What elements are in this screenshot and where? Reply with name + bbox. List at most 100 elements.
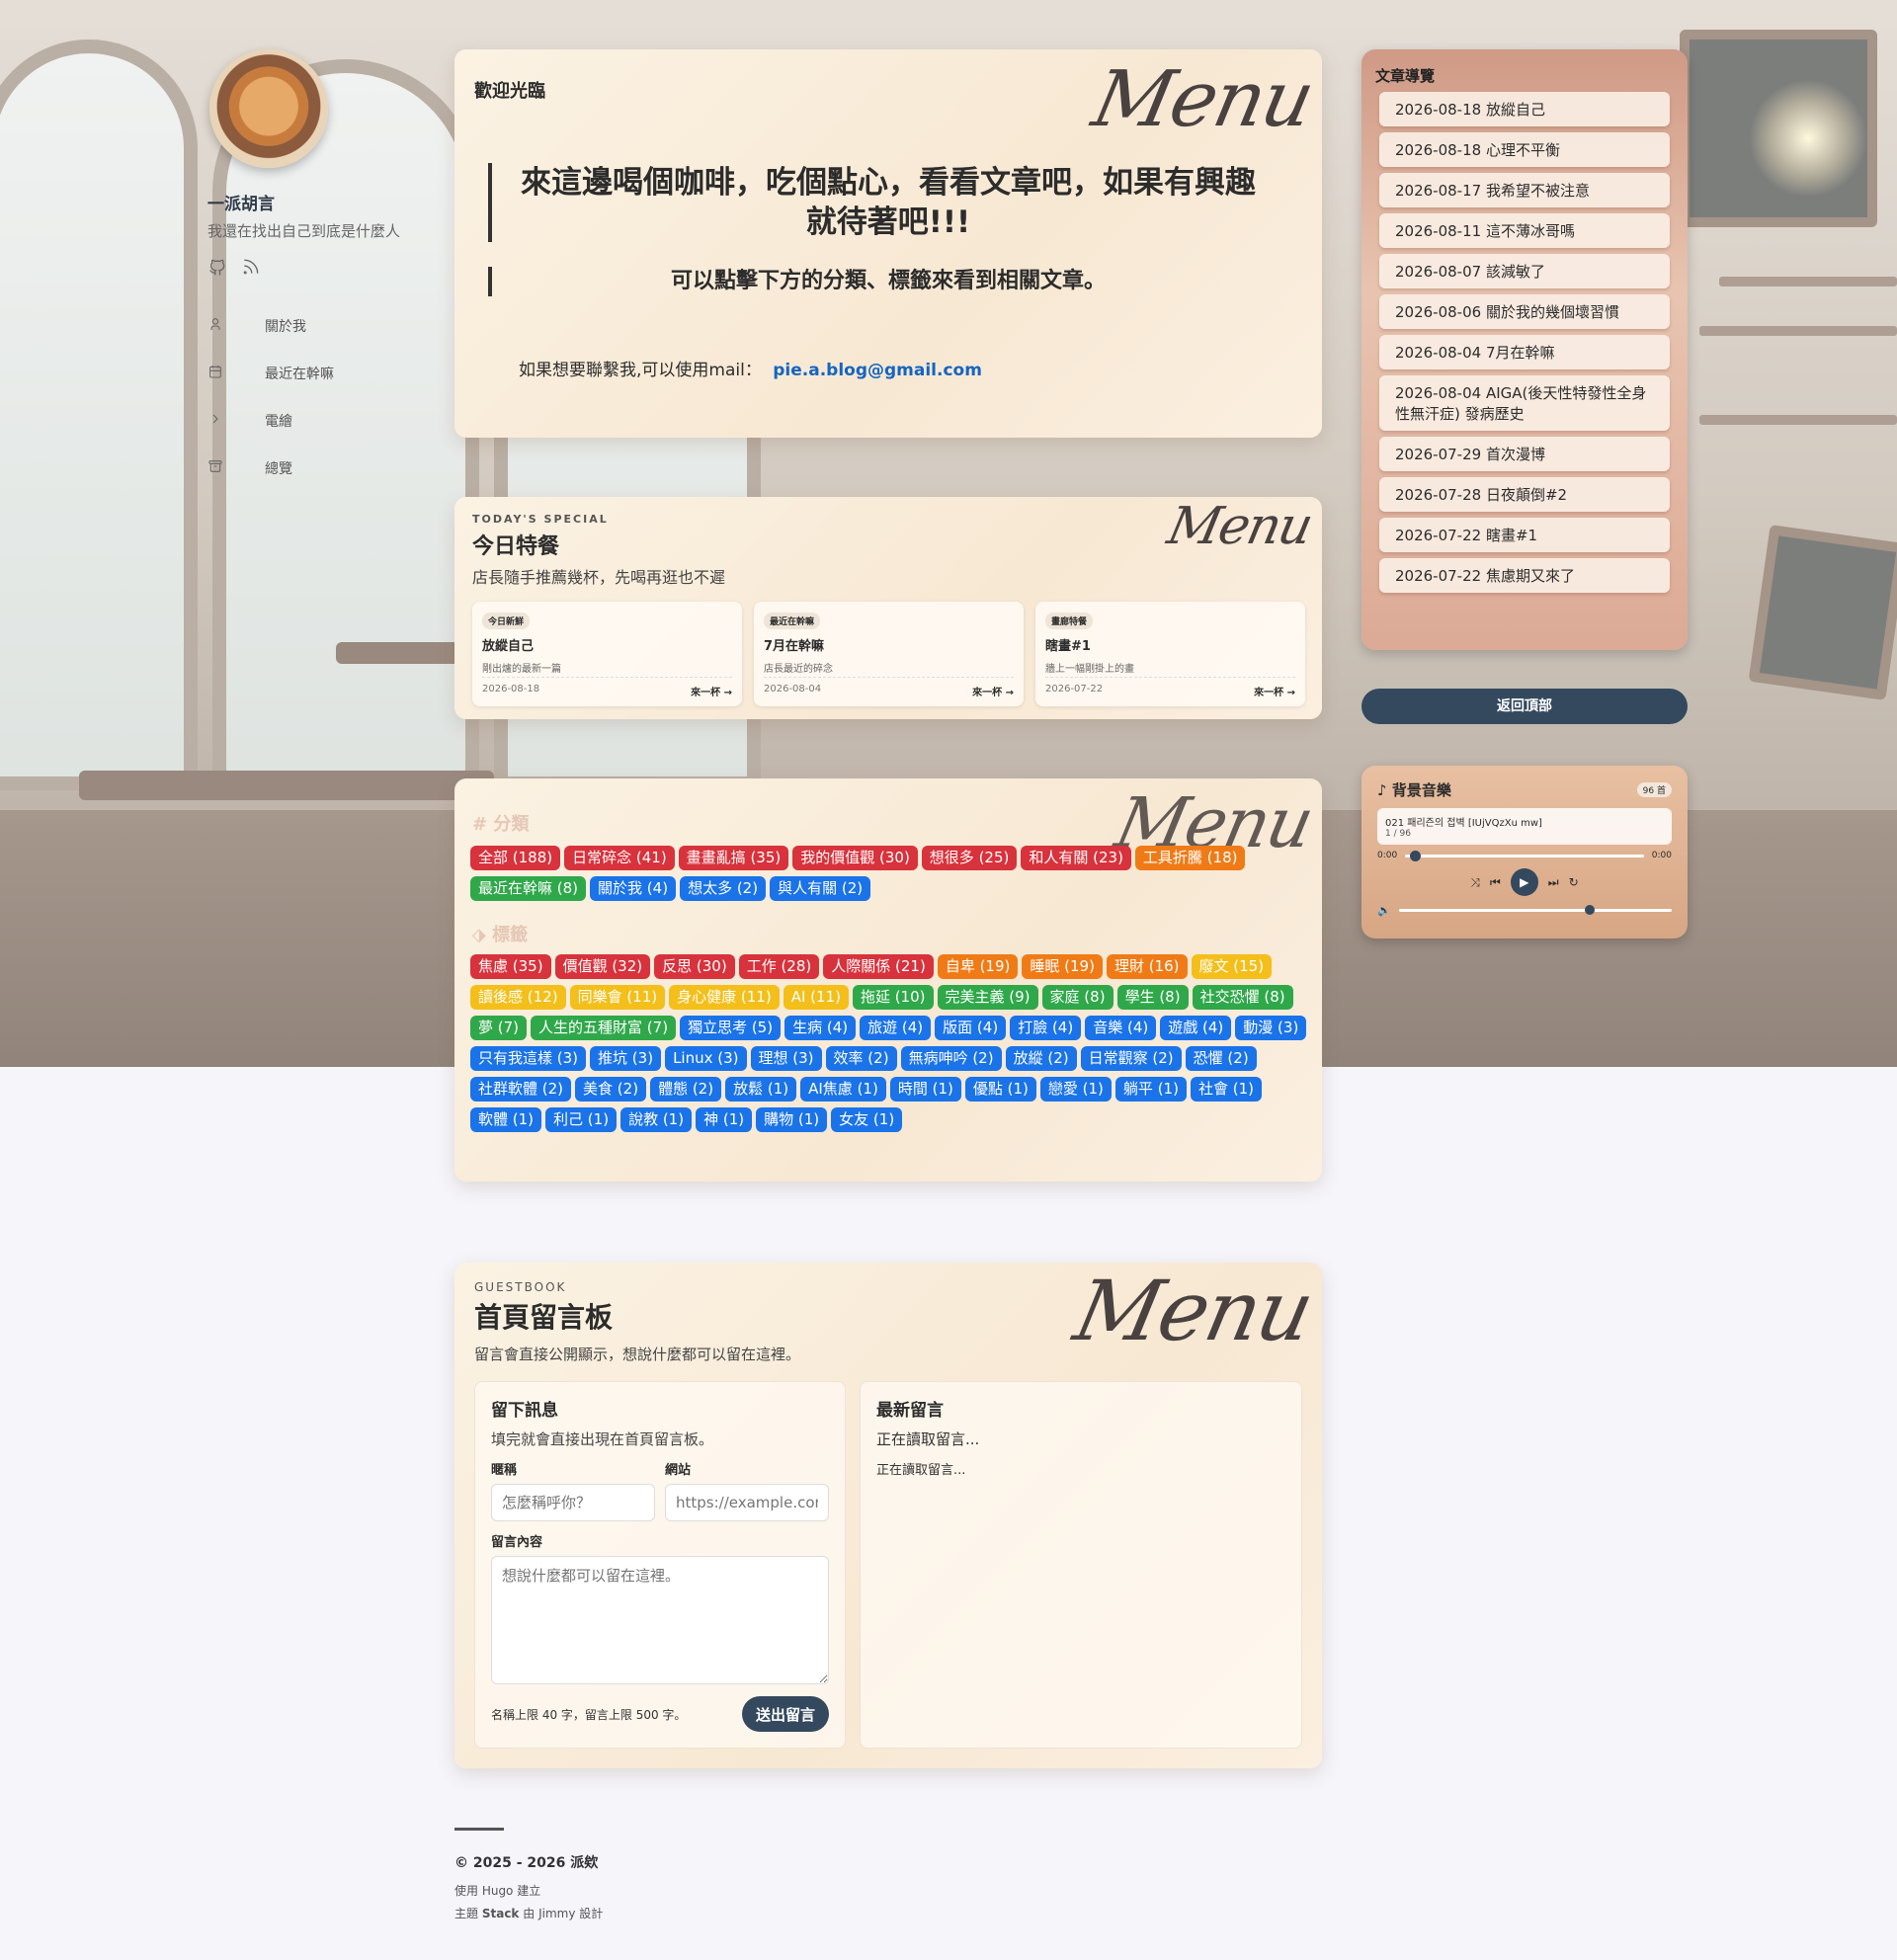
- category-tag[interactable]: 關於我 (4): [590, 876, 677, 901]
- tag-chip[interactable]: 利己 (1): [545, 1107, 618, 1132]
- volume-icon[interactable]: 🔈: [1377, 904, 1391, 917]
- tag-chip[interactable]: 美食 (2): [575, 1077, 647, 1102]
- tag-chip[interactable]: 音樂 (4): [1085, 1016, 1157, 1040]
- tag-chip[interactable]: AI (11): [783, 985, 849, 1010]
- tag-chip[interactable]: 動漫 (3): [1235, 1016, 1307, 1040]
- tag-chip[interactable]: 神 (1): [696, 1107, 753, 1132]
- name-input[interactable]: [491, 1484, 655, 1521]
- tag-chip[interactable]: 版面 (4): [935, 1016, 1007, 1040]
- tag-chip[interactable]: 同樂會 (11): [569, 985, 666, 1010]
- tag-chip[interactable]: 人生的五種財富 (7): [531, 1016, 677, 1040]
- toc-item[interactable]: 2026-08-06 關於我的幾個壞習慣: [1379, 294, 1670, 329]
- tag-chip[interactable]: 躺平 (1): [1114, 1077, 1187, 1102]
- sidebar-item-drawing[interactable]: 電繪: [207, 397, 454, 445]
- toc-item[interactable]: 2026-07-22 焦慮期又來了: [1379, 558, 1670, 593]
- toc-item[interactable]: 2026-07-29 首次漫博: [1379, 437, 1670, 471]
- tag-chip[interactable]: 社會 (1): [1190, 1077, 1262, 1102]
- tag-chip[interactable]: 理財 (16): [1106, 954, 1188, 979]
- next-icon[interactable]: ⏭: [1548, 875, 1559, 890]
- category-tag[interactable]: 畫畫亂搞 (35): [678, 846, 789, 870]
- tag-chip[interactable]: 廢文 (15): [1191, 954, 1273, 979]
- tag-chip[interactable]: 推坑 (3): [590, 1046, 662, 1071]
- repeat-icon[interactable]: ↻: [1569, 875, 1579, 889]
- special-item[interactable]: 最近在幹嘛 7月在幹嘛 店長最近的碎念 2026-08-04 來一杯 →: [754, 602, 1024, 706]
- progress-handle[interactable]: [1410, 850, 1422, 861]
- site-name[interactable]: 一派胡言: [207, 190, 454, 214]
- category-tag[interactable]: 想很多 (25): [921, 846, 1018, 870]
- toc-item[interactable]: 2026-08-07 該減敏了: [1379, 254, 1670, 288]
- category-tag[interactable]: 工具折騰 (18): [1134, 846, 1246, 870]
- toc-item[interactable]: 2026-08-04 AIGA(後天性特發性全身性無汗症) 發病歷史: [1379, 375, 1670, 431]
- tag-chip[interactable]: 女友 (1): [831, 1107, 903, 1132]
- toc-item[interactable]: 2026-08-11 這不薄冰哥嗎: [1379, 213, 1670, 248]
- website-input[interactable]: [665, 1484, 829, 1521]
- tag-chip[interactable]: 焦慮 (35): [470, 954, 551, 979]
- tag-chip[interactable]: 遊戲 (4): [1160, 1016, 1232, 1040]
- tag-chip[interactable]: 社交恐懼 (8): [1192, 985, 1293, 1010]
- play-button[interactable]: ▶: [1510, 868, 1538, 896]
- message-textarea[interactable]: [491, 1556, 829, 1684]
- tag-chip[interactable]: 日常觀察 (2): [1080, 1046, 1182, 1071]
- contact-email-link[interactable]: pie.a.blog@gmail.com: [773, 361, 982, 380]
- tag-chip[interactable]: 夢 (7): [470, 1016, 528, 1040]
- toc-item[interactable]: 2026-07-28 日夜顛倒#2: [1379, 477, 1670, 512]
- tag-chip[interactable]: 放縱 (2): [1005, 1046, 1077, 1071]
- shuffle-icon[interactable]: ⤨: [1470, 875, 1480, 890]
- tag-chip[interactable]: 無病呻吟 (2): [900, 1046, 1002, 1071]
- tag-chip[interactable]: 完美主義 (9): [937, 985, 1038, 1010]
- tag-chip[interactable]: 購物 (1): [756, 1107, 828, 1132]
- submit-button[interactable]: 送出留言: [741, 1696, 829, 1732]
- tag-chip[interactable]: 自卑 (19): [937, 954, 1019, 979]
- tag-chip[interactable]: Linux (3): [665, 1046, 747, 1071]
- progress-track[interactable]: [1405, 850, 1644, 861]
- sidebar-item-recent[interactable]: 最近在幹嘛: [207, 350, 454, 397]
- github-icon[interactable]: [207, 257, 227, 281]
- volume-slider[interactable]: [1398, 905, 1672, 915]
- tag-chip[interactable]: 優點 (1): [964, 1077, 1036, 1102]
- special-item-more-link[interactable]: 來一杯 →: [1254, 684, 1295, 698]
- special-item[interactable]: 畫廊特餐 瞎畫#1 牆上一幅剛掛上的畫 2026-07-22 來一杯 →: [1035, 602, 1305, 706]
- special-item[interactable]: 今日新鮮 放縱自己 剛出爐的最新一篇 2026-08-18 來一杯 →: [472, 602, 742, 706]
- tag-chip[interactable]: 理想 (3): [750, 1046, 822, 1071]
- tag-chip[interactable]: 獨立思考 (5): [680, 1016, 782, 1040]
- rss-icon[interactable]: [241, 257, 261, 281]
- tag-chip[interactable]: 軟體 (1): [470, 1107, 542, 1132]
- toc-item[interactable]: 2026-08-04 7月在幹嘛: [1379, 335, 1670, 369]
- category-tag[interactable]: 全部 (188): [470, 846, 561, 870]
- volume-handle[interactable]: [1585, 905, 1596, 915]
- tag-chip[interactable]: 戀愛 (1): [1039, 1077, 1112, 1102]
- tag-chip[interactable]: 只有我這樣 (3): [470, 1046, 587, 1071]
- theme-author-link[interactable]: Jimmy: [538, 1907, 575, 1920]
- toc-item[interactable]: 2026-08-18 心理不平衡: [1379, 132, 1670, 167]
- sidebar-item-archive[interactable]: 總覽: [207, 445, 454, 492]
- tag-chip[interactable]: 體態 (2): [650, 1077, 722, 1102]
- tag-chip[interactable]: 拖延 (10): [852, 985, 934, 1010]
- previous-icon[interactable]: ⏮: [1490, 875, 1501, 890]
- tag-chip[interactable]: 生病 (4): [784, 1016, 857, 1040]
- category-tag[interactable]: 與人有關 (2): [770, 876, 871, 901]
- tag-chip[interactable]: 社群軟體 (2): [470, 1077, 572, 1102]
- category-tag[interactable]: 日常碎念 (41): [564, 846, 675, 870]
- theme-name-link[interactable]: Stack: [482, 1907, 520, 1920]
- tag-chip[interactable]: 讀後感 (12): [470, 985, 566, 1010]
- special-item-more-link[interactable]: 來一杯 →: [691, 684, 732, 698]
- tag-chip[interactable]: 時間 (1): [889, 1077, 961, 1102]
- special-item-more-link[interactable]: 來一杯 →: [972, 684, 1014, 698]
- category-tag[interactable]: 最近在幹嘛 (8): [470, 876, 587, 901]
- track-info[interactable]: 021 패리즌의 접벽 [IUjVQzXu mw] 1 / 96: [1377, 808, 1672, 845]
- tag-chip[interactable]: 旅遊 (4): [860, 1016, 932, 1040]
- tag-chip[interactable]: 效率 (2): [825, 1046, 897, 1071]
- category-tag[interactable]: 想太多 (2): [680, 876, 767, 901]
- tag-chip[interactable]: 說教 (1): [620, 1107, 693, 1132]
- tag-chip[interactable]: 打臉 (4): [1010, 1016, 1082, 1040]
- tag-chip[interactable]: 工作 (28): [738, 954, 820, 979]
- toc-item[interactable]: 2026-07-22 瞎畫#1: [1379, 518, 1670, 552]
- tag-chip[interactable]: 放鬆 (1): [725, 1077, 797, 1102]
- toc-item[interactable]: 2026-08-17 我希望不被注意: [1379, 173, 1670, 207]
- tag-chip[interactable]: 身心健康 (11): [669, 985, 780, 1010]
- tag-chip[interactable]: 價值觀 (32): [554, 954, 651, 979]
- tag-chip[interactable]: 家庭 (8): [1041, 985, 1113, 1010]
- back-to-top-button[interactable]: 返回頂部: [1361, 689, 1688, 724]
- tag-chip[interactable]: 恐懼 (2): [1185, 1046, 1257, 1071]
- tag-chip[interactable]: 反思 (30): [654, 954, 735, 979]
